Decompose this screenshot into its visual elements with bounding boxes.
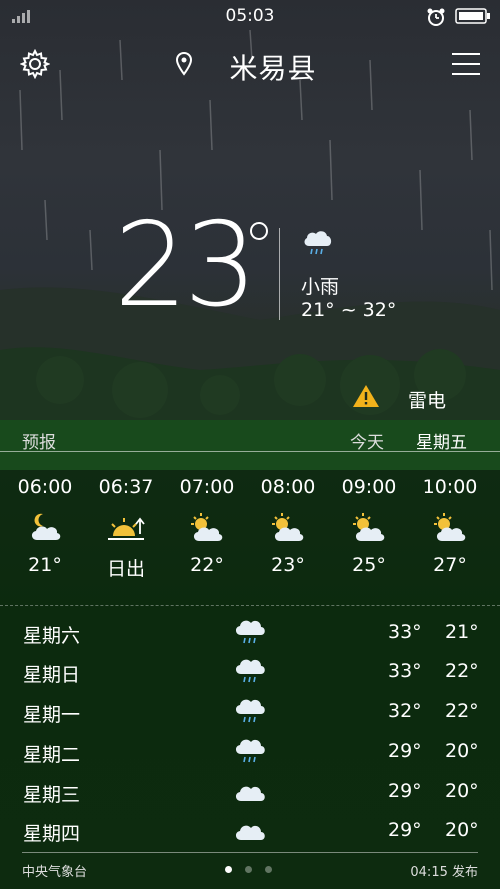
hourly-item: 09:00 25° xyxy=(341,476,397,576)
warning-triangle-icon[interactable] xyxy=(352,384,380,408)
weekday-label: 星期五 xyxy=(416,433,467,453)
hamburger-menu-icon[interactable] xyxy=(452,52,480,76)
cloud-rain-icon xyxy=(235,620,265,644)
sun-cloud-icon xyxy=(434,513,466,541)
daily-row[interactable]: 星期二 29° 20° xyxy=(0,732,500,772)
status-time: 05:03 xyxy=(225,6,275,26)
moon-cloud-icon xyxy=(31,513,61,540)
data-source: 中央气象台 xyxy=(22,865,88,880)
cloud-icon xyxy=(235,786,265,801)
hourly-item: 10:00 27° xyxy=(422,476,478,576)
sun-cloud-icon xyxy=(191,513,223,541)
cloud-rain-icon xyxy=(235,699,265,723)
current-temperature: 23 xyxy=(114,198,258,333)
page-dot-active[interactable] xyxy=(225,866,232,873)
sun-cloud-icon xyxy=(353,513,385,541)
current-temp-range: 21° ~ 32° xyxy=(301,299,397,321)
page-dot[interactable] xyxy=(245,866,252,873)
city-title[interactable]: 米易县 xyxy=(0,47,500,87)
sunrise-icon xyxy=(108,517,145,540)
hourly-daily-divider xyxy=(0,605,500,606)
cloud-rain-icon xyxy=(304,231,332,255)
hourly-item: 08:00 23° xyxy=(260,476,316,576)
today-label: 今天 xyxy=(350,433,384,453)
cloud-rain-icon xyxy=(235,659,265,683)
forecast-divider xyxy=(0,451,500,452)
cloud-icon xyxy=(235,825,265,840)
hourly-item: 06:37 日出 xyxy=(98,476,154,580)
status-bar: 05:03 xyxy=(0,0,500,34)
degree-symbol xyxy=(250,222,268,240)
current-divider xyxy=(279,228,280,320)
daily-row[interactable]: 星期四 29° 20° xyxy=(0,811,500,851)
footer-divider xyxy=(22,852,478,853)
daily-row[interactable]: 星期一 32° 22° xyxy=(0,692,500,732)
page-dot[interactable] xyxy=(265,866,272,873)
daily-row[interactable]: 星期日 33° 22° xyxy=(0,652,500,692)
cloud-rain-icon xyxy=(235,739,265,763)
daily-row[interactable]: 星期六 33° 21° xyxy=(0,613,500,653)
hourly-item: 07:00 22° xyxy=(179,476,235,576)
battery-icon xyxy=(455,8,490,24)
page-indicator[interactable] xyxy=(225,866,285,874)
alarm-clock-icon xyxy=(427,8,445,26)
current-condition: 小雨 xyxy=(301,276,340,298)
sun-cloud-icon xyxy=(272,513,304,541)
daily-row[interactable]: 星期三 29° 20° xyxy=(0,772,500,812)
forecast-label: 预报 xyxy=(22,433,56,453)
published-time: 04:15 发布 xyxy=(410,865,478,880)
hourly-item: 06:00 21° xyxy=(17,476,73,576)
weather-alert-label[interactable]: 雷电 xyxy=(408,386,446,413)
